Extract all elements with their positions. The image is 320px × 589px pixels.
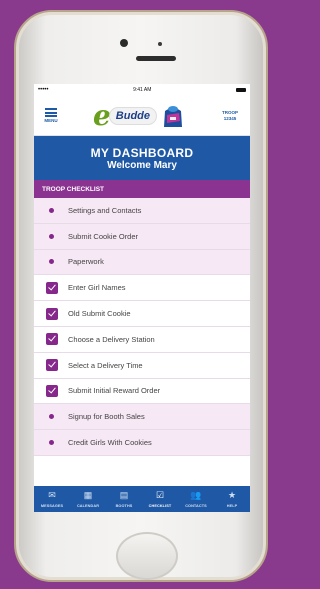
- checklist-item-label: Paperwork: [68, 257, 104, 267]
- tab-calendar[interactable]: ▦ CALENDAR: [71, 489, 105, 508]
- checklist-item-label: Old Submit Cookie: [68, 309, 131, 319]
- tab-label: BOOTHS: [115, 503, 133, 508]
- tab-label: MESSAGES: [40, 503, 64, 508]
- checklist-item-label: Choose a Delivery Station: [68, 334, 155, 344]
- checklist-item-credit-girls-with-cookies[interactable]: Credit Girls With Cookies: [34, 430, 250, 456]
- checklist-item-label: Submit Cookie Order: [68, 231, 139, 241]
- checklist-item-label: Settings and Contacts: [68, 205, 142, 215]
- tab-label: CALENDAR: [76, 503, 100, 508]
- pending-bullet-icon: [49, 259, 54, 265]
- checklist-item-label: Enter Girl Names: [68, 283, 126, 293]
- tab-checklist[interactable]: ☑ CHECKLIST: [143, 489, 177, 508]
- booths-icon: ▤: [119, 489, 129, 500]
- checked-checkbox-icon[interactable]: [46, 281, 58, 294]
- section-header-troop-checklist: TROOP CHECKLIST: [34, 180, 250, 198]
- app-screen: ••••• 9:41 AM MENU e Budde TROOP 12345 M…: [34, 84, 250, 512]
- logo-wordmark: Budde: [108, 106, 158, 125]
- cookie-bag-mascot-icon: [164, 105, 183, 127]
- menu-button[interactable]: MENU: [40, 108, 62, 123]
- tab-label: CHECKLIST: [148, 503, 172, 508]
- checklist: Settings and Contacts Submit Cookie Orde…: [34, 198, 250, 456]
- status-time: 9:41 AM: [133, 87, 152, 93]
- tab-label: HELP: [226, 503, 238, 508]
- checked-checkbox-icon[interactable]: [46, 307, 58, 320]
- checklist-item-label: Select a Delivery Time: [68, 360, 143, 370]
- checklist-item-enter-girl-names[interactable]: Enter Girl Names: [34, 275, 250, 302]
- section-title: TROOP CHECKLIST: [42, 185, 104, 193]
- help-icon: ★: [227, 489, 237, 500]
- checklist-item-submit-initial-reward-order[interactable]: Submit Initial Reward Order: [34, 378, 250, 405]
- troop-number: 12345: [223, 115, 237, 121]
- checklist-icon: ☑: [155, 489, 165, 500]
- checklist-item-select-delivery-time[interactable]: Select a Delivery Time: [34, 352, 250, 379]
- pending-bullet-icon: [49, 440, 54, 446]
- page-title: MY DASHBOARD: [90, 145, 194, 160]
- checklist-item-label: Signup for Booth Sales: [68, 412, 145, 422]
- checklist-item-label: Submit Initial Reward Order: [68, 386, 161, 396]
- troop-button[interactable]: TROOP 12345: [216, 110, 244, 122]
- tab-booths[interactable]: ▤ BOOTHS: [107, 489, 141, 508]
- calendar-icon: ▦: [83, 489, 93, 500]
- welcome-message: Welcome Mary: [107, 159, 177, 171]
- checked-checkbox-icon[interactable]: [46, 333, 58, 346]
- checklist-item-settings-and-contacts[interactable]: Settings and Contacts: [34, 198, 250, 224]
- pending-bullet-icon: [49, 414, 54, 420]
- checklist-item-label: Credit Girls With Cookies: [68, 438, 152, 448]
- checked-checkbox-icon[interactable]: [46, 384, 58, 397]
- tab-contacts[interactable]: 👥 CONTACTS: [179, 489, 213, 508]
- contacts-icon: 👥: [190, 489, 202, 500]
- checklist-item-paperwork[interactable]: Paperwork: [34, 249, 250, 276]
- front-camera: [158, 42, 162, 46]
- app-bar: MENU e Budde TROOP 12345: [34, 96, 250, 136]
- checklist-item-signup-booth-sales[interactable]: Signup for Booth Sales: [34, 404, 250, 431]
- menu-label: MENU: [44, 118, 58, 123]
- battery-icon: [236, 88, 246, 92]
- hamburger-icon: [45, 108, 57, 117]
- checklist-item-old-submit-cookie[interactable]: Old Submit Cookie: [34, 301, 250, 327]
- tab-help[interactable]: ★ HELP: [215, 489, 249, 508]
- tab-label: CONTACTS: [185, 503, 207, 508]
- signal-icon: •••••: [38, 87, 49, 93]
- checklist-item-choose-delivery-station[interactable]: Choose a Delivery Station: [34, 326, 250, 353]
- checked-checkbox-icon[interactable]: [46, 359, 58, 372]
- checklist-item-submit-cookie-order[interactable]: Submit Cookie Order: [34, 223, 250, 250]
- earpiece-speaker: [136, 56, 176, 61]
- tab-messages[interactable]: ✉ MESSAGES: [35, 489, 69, 508]
- pending-bullet-icon: [49, 207, 54, 213]
- pending-bullet-icon: [49, 233, 54, 239]
- ebudde-logo: e Budde: [93, 101, 185, 130]
- dashboard-header: MY DASHBOARD Welcome Mary: [34, 136, 250, 180]
- home-button[interactable]: [116, 532, 178, 580]
- messages-icon: ✉: [48, 489, 56, 500]
- front-sensor: [120, 39, 128, 47]
- status-bar: ••••• 9:41 AM: [34, 84, 250, 96]
- bottom-tab-bar: ✉ MESSAGES ▦ CALENDAR ▤ BOOTHS ☑ CHECKLI…: [34, 486, 250, 512]
